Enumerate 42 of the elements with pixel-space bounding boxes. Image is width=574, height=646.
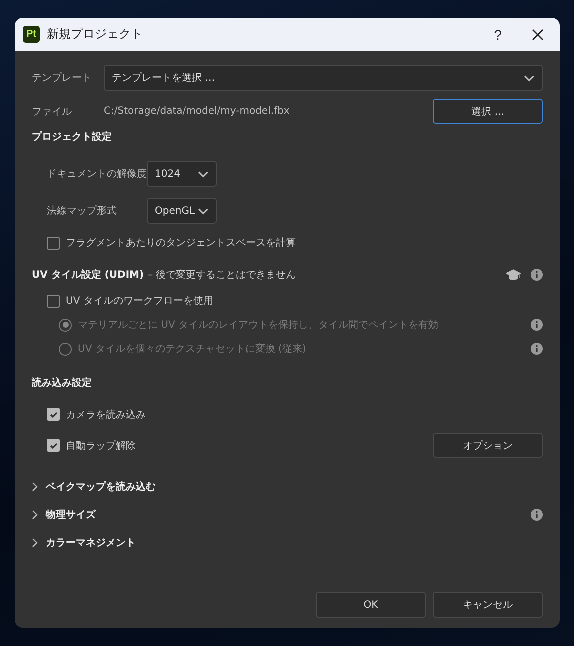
field-label: 法線マップ形式 [47,204,118,218]
dropdown[interactable]: 1024 [147,161,217,187]
template-dropdown[interactable]: テンプレートを選択 … [104,65,543,91]
section-note: – 後で変更することはできません [148,268,296,282]
checkmark-icon [48,440,58,450]
app-logo: Pt [23,26,40,43]
window-title: 新規プロジェクト [47,26,144,43]
field-label: ファイル [32,106,73,118]
browse-button[interactable]: 選択 ... [433,99,543,124]
close-icon[interactable] [532,28,544,40]
checkbox[interactable]: フラグメントあたりのタンジェントスペースを計算 [32,236,543,250]
file-path: C:/Storage/data/model/my-model.fbx [104,106,291,117]
checkbox[interactable]: カメラを読み込み [47,408,146,422]
collapsible-section[interactable]: 物理サイズ [32,508,96,522]
help-button[interactable]: ? [490,26,506,42]
section-heading: UV タイル設定 (UDIM) [32,268,144,282]
info-icon[interactable] [531,269,543,281]
collapsible-section[interactable]: カラーマネジメント [32,536,136,550]
info-icon[interactable] [531,343,543,355]
cancel-button[interactable]: キャンセル [433,592,543,618]
ok-button[interactable]: OK [316,592,426,618]
checkmark-icon [48,410,58,420]
option-label: マテリアルごとに UV タイルのレイアウトを保持し、タイル間でペイントを有効 [78,318,439,332]
graduation-cap-icon[interactable] [506,268,521,282]
chevron-right-icon [32,510,38,520]
checkbox[interactable]: UV タイルのワークフローを使用 [32,294,543,308]
chevron-down-icon [198,170,209,178]
chevron-down-icon [198,208,209,214]
field-label: テンプレート [32,72,93,85]
chevron-right-icon [32,482,38,492]
chevron-right-icon [32,538,38,548]
field-label: ドキュメントの解像度 [47,168,147,181]
info-icon[interactable] [531,509,543,521]
info-icon[interactable] [531,319,543,331]
collapsible-section[interactable]: ベイクマップを読み込む [32,480,156,494]
options-button[interactable]: オプション [433,433,543,458]
section-heading: 読み込み設定 [32,376,93,390]
section-heading: プロジェクト設定 [32,130,113,144]
checkbox[interactable]: 自動ラップ解除 [47,438,136,452]
dropdown[interactable]: OpenGL [147,198,217,224]
option-label: UV タイルを個々のテクスチャセットに変換 (従来) [78,342,306,356]
chevron-down-icon [524,74,535,82]
